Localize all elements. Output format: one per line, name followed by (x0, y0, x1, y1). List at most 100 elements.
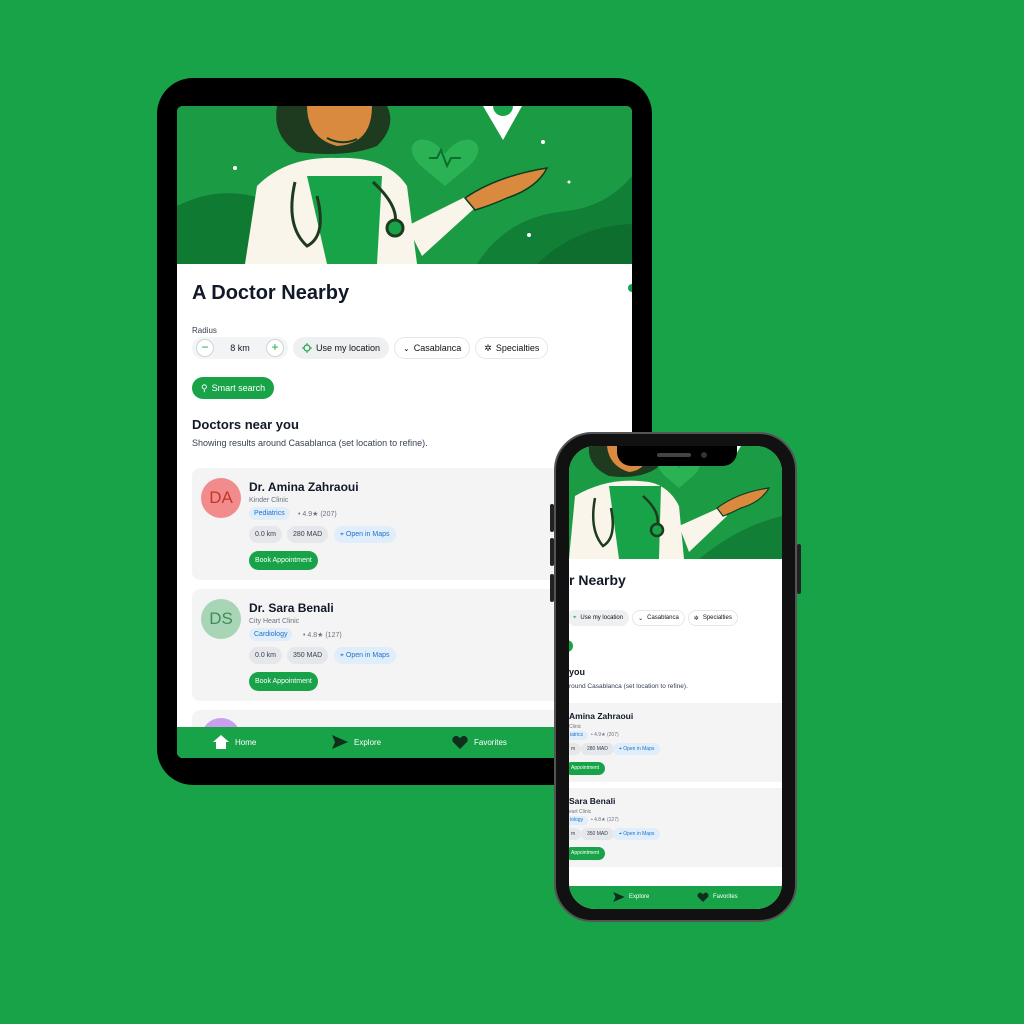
filters-row: ⌖ Use my location ⌄ Casablanca ✲ Special… (569, 610, 738, 626)
clinic-name: Kinder Clinic (249, 497, 289, 504)
book-appointment-button[interactable]: Appointment (569, 847, 606, 860)
send-icon (332, 735, 348, 749)
nav-favorites[interactable]: Favorites (452, 735, 507, 749)
book-appointment-button[interactable]: Book Appointment (249, 551, 318, 570)
location-target-icon: ⌖ (573, 614, 577, 621)
price-pill: 350 MAD (581, 828, 614, 840)
doctor-name: Amina Zahraoui (569, 711, 634, 721)
specialty-badge: iatrics (569, 731, 589, 740)
smart-search-button[interactable] (569, 640, 573, 652)
section-title: Doctors near you (192, 417, 299, 432)
doctor-card[interactable]: DA Dr. Amina Zahraoui Kinder Clinic Pedi… (192, 468, 612, 580)
city-select[interactable]: ⌄ Casablanca (394, 337, 471, 359)
open-maps-button[interactable]: ⌖ Open in Maps (334, 526, 396, 543)
location-target-icon (302, 343, 312, 353)
nav-home[interactable]: Home (213, 735, 256, 749)
maps-label: Open in Maps (345, 652, 390, 659)
chevron-down-icon: ⌄ (638, 615, 644, 622)
phone-device: r Nearby ⌖ Use my location ⌄ Casablanca … (550, 432, 801, 922)
nav-explore-label: Explore (629, 894, 650, 900)
section-title-clipped: you (569, 667, 586, 677)
gear-icon: ✲ (693, 615, 699, 622)
distance-pill: m (569, 828, 582, 840)
heart-icon (452, 735, 468, 749)
map-pin-icon: ⌖ (340, 531, 344, 538)
map-pin-icon: ⌖ (619, 746, 622, 752)
open-maps-button[interactable]: ⌖ Open in Maps (613, 743, 661, 755)
specialties-label: Specialties (702, 615, 732, 621)
nav-explore[interactable]: Explore (332, 735, 381, 749)
book-appointment-button[interactable]: Book Appointment (249, 672, 318, 691)
radius-label: Radius (192, 326, 217, 335)
nav-home-label: Home (235, 737, 257, 747)
phone-side-button (550, 504, 554, 532)
home-icon (213, 735, 229, 749)
radius-value: 8 km (230, 343, 250, 353)
maps-label: Open in Maps (623, 746, 655, 752)
doctor-name: Dr. Amina Zahraoui (249, 480, 359, 494)
specialties-chip[interactable]: ✲ Specialties (475, 337, 549, 359)
doctor-card[interactable]: Amina Zahraoui Clinic iatrics • 4.9★ (20… (569, 703, 782, 782)
clinic-name: eart Clinic (569, 809, 592, 815)
city-label: Casablanca (413, 343, 462, 353)
specialties-label: Specialties (495, 343, 540, 353)
distance-pill: 0.0 km (249, 526, 283, 543)
open-maps-button[interactable]: ⌖ Open in Maps (334, 647, 396, 664)
smart-search-label: Smart search (211, 383, 266, 393)
radius-stepper: − 8 km + (192, 337, 288, 359)
nav-explore[interactable]: Explore (613, 892, 649, 902)
radius-decrease-button[interactable]: − (196, 339, 214, 357)
map-pin-icon: ⌖ (619, 831, 622, 837)
clinic-name: Clinic (569, 724, 582, 730)
specialty-badge: iology (569, 816, 589, 825)
open-maps-button[interactable]: ⌖ Open in Maps (613, 828, 661, 840)
city-select[interactable]: ⌄ Casablanca (632, 610, 685, 626)
doctor-card[interactable]: DS Dr. Sara Benali City Heart Clinic Car… (192, 589, 612, 701)
nav-favorites[interactable]: Favorites (697, 892, 738, 902)
phone-side-button (550, 538, 554, 566)
distance-pill: m (569, 743, 582, 755)
doctor-name: Dr. Sara Benali (249, 601, 334, 615)
map-pin-icon: ⌖ (340, 652, 344, 659)
specialty-badge: Cardiology (249, 628, 293, 641)
section-subtitle: Showing results around Casablanca (set l… (192, 438, 428, 448)
hero-illustration (177, 106, 632, 264)
book-appointment-button[interactable]: Appointment (569, 762, 606, 775)
use-location-chip[interactable]: Use my location (293, 337, 390, 359)
maps-label: Open in Maps (345, 531, 390, 538)
phone-power-button (797, 544, 801, 594)
rating: • 4.9★ (207) (591, 732, 619, 738)
specialty-badge: Pediatrics (249, 507, 290, 520)
use-location-chip[interactable]: ⌖ Use my location (569, 610, 630, 626)
bottom-nav: Explore Favorites (569, 886, 782, 909)
nav-explore-label: Explore (354, 737, 382, 747)
send-icon (613, 892, 625, 902)
smart-search-button[interactable]: ⚲ Smart search (192, 377, 275, 399)
rating: • 4.8★ (127) (591, 817, 619, 823)
phone-notch (617, 446, 737, 466)
doctor-name: Sara Benali (569, 796, 616, 806)
city-label: Casablanca (647, 615, 679, 621)
distance-pill: 0.0 km (249, 647, 283, 664)
nav-favorites-label: Favorites (713, 894, 738, 900)
filters-row: − 8 km + Use my location ⌄ Casablanca ✲ … (192, 337, 549, 359)
price-pill: 350 MAD (287, 647, 329, 664)
rating: • 4.9★ (207) (298, 511, 337, 518)
radius-increase-button[interactable]: + (266, 339, 284, 357)
nav-favorites-label: Favorites (474, 737, 507, 747)
use-location-label: Use my location (580, 615, 624, 621)
page-title-clipped: r Nearby (569, 572, 626, 588)
search-icon: ⚲ (201, 382, 208, 393)
doctor-card[interactable]: Sara Benali eart Clinic iology • 4.8★ (1… (569, 788, 782, 867)
specialties-chip[interactable]: ✲ Specialties (687, 610, 738, 626)
avatar: DS (201, 599, 241, 639)
price-pill: 280 MAD (287, 526, 329, 543)
phone-side-button (550, 574, 554, 602)
use-location-label: Use my location (316, 343, 381, 353)
gear-icon: ✲ (484, 342, 492, 353)
section-subtitle-clipped: round Casablanca (set location to refine… (569, 683, 688, 690)
phone-screen: r Nearby ⌖ Use my location ⌄ Casablanca … (569, 446, 782, 909)
clinic-name: City Heart Clinic (249, 618, 300, 625)
price-pill: 280 MAD (581, 743, 614, 755)
chevron-down-icon: ⌄ (403, 343, 410, 353)
